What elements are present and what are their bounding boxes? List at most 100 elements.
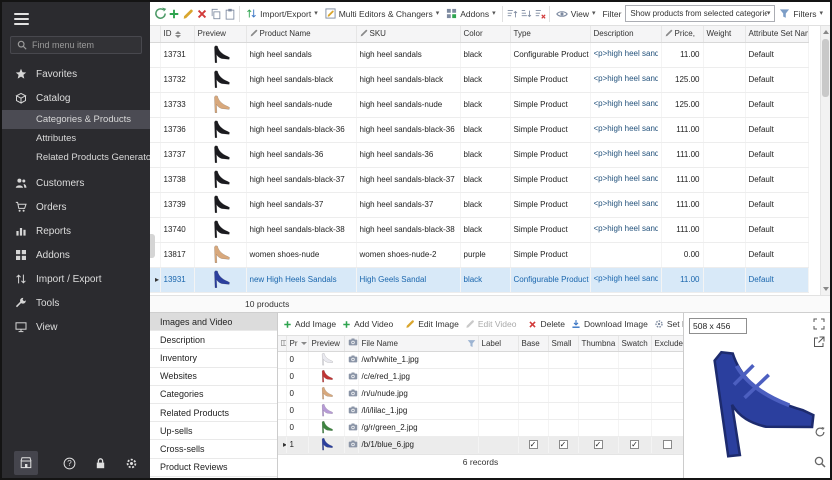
- detail-tab[interactable]: Description: [150, 331, 277, 349]
- column-header-description[interactable]: Description: [590, 26, 661, 42]
- sidebar-item-addons[interactable]: Addons: [2, 243, 150, 267]
- column-header-preview[interactable]: Preview: [308, 336, 344, 351]
- column-header-type[interactable]: Type: [510, 26, 590, 42]
- column-header-camera[interactable]: [344, 336, 358, 351]
- copy-button[interactable]: [210, 4, 223, 24]
- paste-button[interactable]: [224, 4, 237, 24]
- filters-menu[interactable]: Filters▾: [776, 6, 826, 21]
- column-header-id[interactable]: ID: [160, 26, 194, 42]
- detail-tab[interactable]: Images and Video: [150, 313, 277, 331]
- edit-product-button[interactable]: [182, 4, 195, 24]
- product-row[interactable]: 13731 high heel sandals high heel sandal…: [150, 42, 808, 67]
- column-header-price[interactable]: Price,: [661, 26, 703, 42]
- delete-product-button[interactable]: [196, 4, 209, 24]
- media-row[interactable]: 1 /b/1/blue_6.jpg: [278, 436, 683, 453]
- delete-image-button[interactable]: Delete: [526, 317, 567, 331]
- settings-button[interactable]: [125, 457, 138, 470]
- lock-button[interactable]: [94, 457, 107, 470]
- detail-tab[interactable]: Categories: [150, 386, 277, 404]
- sidebar-splitter-handle[interactable]: [150, 234, 155, 258]
- product-row[interactable]: 13733 high heel sandals-nude high heel s…: [150, 92, 808, 117]
- column-header-label[interactable]: Label: [478, 336, 518, 351]
- add-video-button[interactable]: Add Video: [340, 317, 395, 331]
- edit-image-button[interactable]: Edit Image: [403, 317, 461, 331]
- detail-tab[interactable]: Inventory: [150, 349, 277, 367]
- column-header-attr-set[interactable]: Attribute Set Name: [745, 26, 808, 42]
- clear-sort-button[interactable]: [533, 4, 546, 24]
- sidebar-item-related-products-generator[interactable]: Related Products Generator: [2, 148, 150, 167]
- image-size-field[interactable]: [689, 318, 747, 334]
- column-header-thumbnail[interactable]: Thumbna: [578, 336, 618, 351]
- view-menu[interactable]: View▾: [553, 6, 599, 22]
- product-row[interactable]: 13736 high heel sandals-black-36 high he…: [150, 117, 808, 142]
- media-row[interactable]: 0 /c/e/red_1.jpg: [278, 368, 683, 385]
- fullscreen-button[interactable]: [813, 318, 825, 330]
- scroll-up-icon[interactable]: [823, 30, 829, 34]
- column-header-color[interactable]: Color: [460, 26, 510, 42]
- media-row[interactable]: 0 /n/u/nude.jpg: [278, 385, 683, 402]
- column-header-position[interactable]: Pr: [286, 336, 308, 351]
- column-header-swatch[interactable]: Swatch: [618, 336, 651, 351]
- detail-tab[interactable]: Up-sells: [150, 422, 277, 440]
- zoom-button[interactable]: [814, 456, 826, 468]
- sidebar-item-reports[interactable]: Reports: [2, 219, 150, 243]
- rotate-button[interactable]: [814, 426, 826, 438]
- detail-tab[interactable]: Cross-sells: [150, 440, 277, 458]
- sidebar-item-catalog[interactable]: Catalog: [2, 86, 150, 110]
- sidebar-item-import-export[interactable]: Import / Export: [2, 267, 150, 291]
- sort-asc-button[interactable]: [505, 4, 518, 24]
- product-row[interactable]: 13931 new High Heels Sandals High Geels …: [150, 267, 808, 292]
- add-product-button[interactable]: [168, 4, 181, 24]
- store-button[interactable]: [14, 451, 38, 475]
- sidebar-search-input[interactable]: [32, 40, 135, 50]
- swatch-checkbox[interactable]: [630, 440, 639, 449]
- filter-select[interactable]: Show products from selected categories ▾: [625, 5, 775, 22]
- product-row[interactable]: 13732 high heel sandals-black high heel …: [150, 67, 808, 92]
- help-button[interactable]: ?: [63, 457, 76, 470]
- product-row[interactable]: 13738 high heel sandals-black-37 high he…: [150, 167, 808, 192]
- column-header-exclude[interactable]: Exclude: [651, 336, 683, 351]
- detail-tab[interactable]: Related Products: [150, 404, 277, 422]
- refresh-button[interactable]: [154, 4, 167, 24]
- open-external-button[interactable]: [813, 336, 825, 348]
- scroll-down-icon[interactable]: [823, 287, 829, 291]
- media-row[interactable]: 0 /w/h/white_1.jpg: [278, 351, 683, 368]
- sidebar-item-attributes[interactable]: Attributes: [2, 129, 150, 148]
- scrollbar-thumb[interactable]: [822, 39, 829, 97]
- exclude-checkbox[interactable]: [663, 440, 672, 449]
- sort-desc-button[interactable]: [519, 4, 532, 24]
- multi-editors-menu[interactable]: Multi Editors & Changers▾: [322, 6, 443, 21]
- media-row[interactable]: 0 /g/r/green_2.jpg: [278, 419, 683, 436]
- detail-tab[interactable]: Product Reviews: [150, 459, 277, 477]
- media-row[interactable]: 0 /l/i/lilac_1.jpg: [278, 402, 683, 419]
- import-export-menu[interactable]: Import/Export▾: [243, 6, 321, 21]
- sidebar-item-orders[interactable]: Orders: [2, 195, 150, 219]
- product-row[interactable]: 13817 women shoes-nude women shoes-nude-…: [150, 242, 808, 267]
- product-row[interactable]: 13737 high heel sandals-36 high heel san…: [150, 142, 808, 167]
- detail-tab[interactable]: Websites: [150, 368, 277, 386]
- sidebar-item-categories-products[interactable]: Categories & Products: [2, 110, 150, 129]
- set-resize-rule-button[interactable]: Set Resize Rule▾: [652, 317, 683, 331]
- column-header-file-name[interactable]: File Name: [358, 336, 478, 351]
- download-image-button[interactable]: Download Image: [569, 317, 650, 331]
- sidebar-item-favorites[interactable]: Favorites: [2, 62, 150, 86]
- funnel-icon[interactable]: [467, 339, 476, 348]
- column-header-sku[interactable]: SKU: [356, 26, 460, 42]
- sidebar-item-tools[interactable]: Tools: [2, 291, 150, 315]
- product-row[interactable]: 13739 high heel sandals-37 high heel san…: [150, 192, 808, 217]
- vertical-scrollbar[interactable]: [820, 26, 830, 295]
- add-image-button[interactable]: Add Image: [281, 317, 338, 331]
- thumbnail-checkbox[interactable]: [594, 440, 603, 449]
- small-checkbox[interactable]: [559, 440, 568, 449]
- menu-icon[interactable]: [2, 2, 150, 34]
- column-header-product-name[interactable]: Product Name: [246, 26, 356, 42]
- sidebar-item-customers[interactable]: Customers: [2, 171, 150, 195]
- addons-menu[interactable]: Addons▾: [443, 6, 498, 21]
- sidebar-item-view[interactable]: View: [2, 315, 150, 339]
- column-header-small[interactable]: Small: [548, 336, 578, 351]
- column-header-base[interactable]: Base: [518, 336, 548, 351]
- column-header-weight[interactable]: Weight: [703, 26, 745, 42]
- product-row[interactable]: 13740 high heel sandals-black-38 high he…: [150, 217, 808, 242]
- column-header-preview[interactable]: Preview: [194, 26, 246, 42]
- base-checkbox[interactable]: [529, 440, 538, 449]
